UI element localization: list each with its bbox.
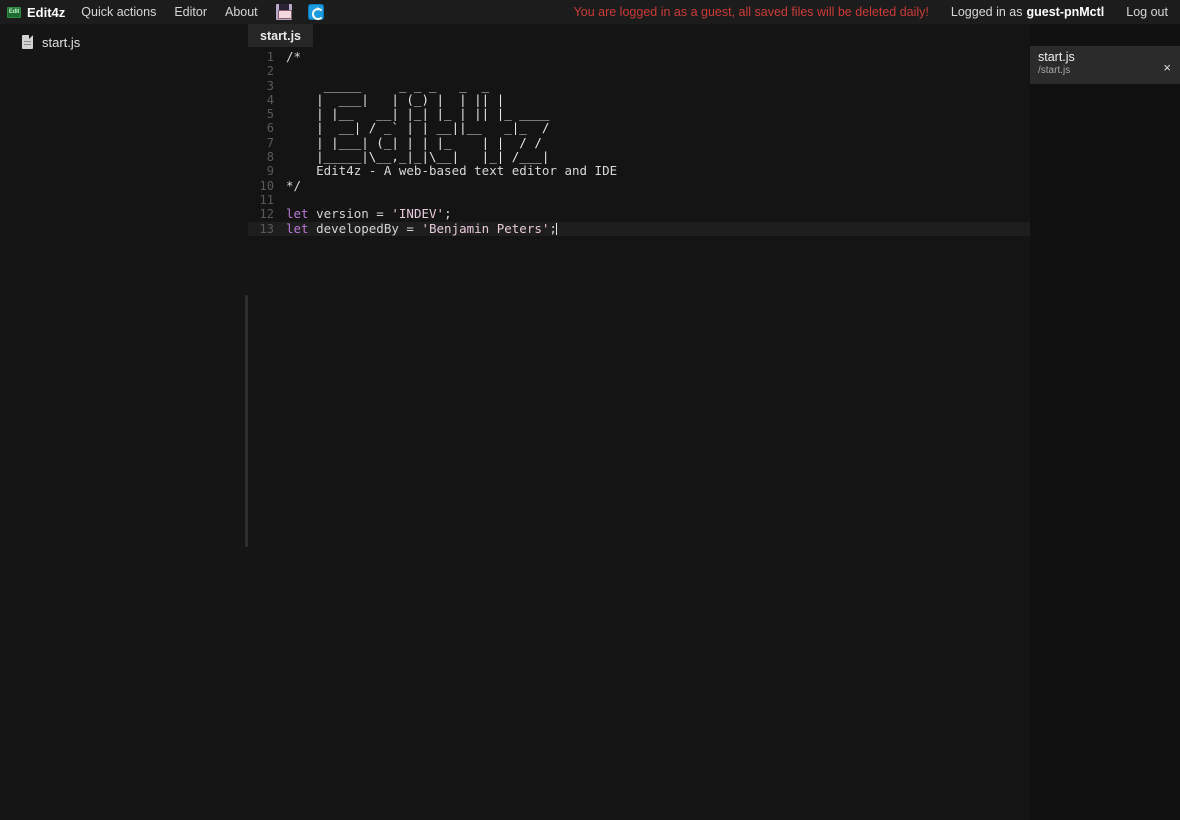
line-number: 8 xyxy=(266,150,274,165)
app-brand-name: Edit4z xyxy=(27,4,66,20)
code-token: Edit4z - A web-based text editor and IDE xyxy=(286,163,618,179)
code-line-text: |_____|\__,_|_|\__| |_| /___| xyxy=(286,149,550,165)
code-line-text: _____ _ _ _ _ _ xyxy=(286,77,490,93)
code-line-text: let version = 'INDEV'; xyxy=(286,207,452,221)
code-line-text: | __| / _` | | __||__ _|_ / xyxy=(286,121,549,135)
code-line-text: | ___| | (_) | | || | xyxy=(286,91,505,107)
line-number: 2 xyxy=(266,64,274,79)
code-line-text: | |__ __| |_| |_ | || |_ ____ xyxy=(286,107,549,121)
code-token: version = xyxy=(308,206,392,222)
code-token: let xyxy=(286,206,309,222)
refresh-icon[interactable] xyxy=(307,4,324,20)
code-token: ; xyxy=(444,206,452,222)
close-icon[interactable]: × xyxy=(1163,61,1171,74)
code-token: | ___| | (_) | | || | xyxy=(286,91,505,107)
code-token: /* xyxy=(286,49,302,64)
code-line-text: | |___| (_| | | |_ | | / / xyxy=(286,134,542,150)
logged-in-label: Logged in as xyxy=(950,5,1023,19)
notification-title: start.js xyxy=(1038,50,1075,64)
file-explorer-sidebar: start.js xyxy=(0,24,248,820)
file-icon xyxy=(22,35,33,49)
code-line-text: let developedBy = 'Benjamin Peters'; xyxy=(286,220,557,236)
code-token: 'Benjamin Peters' xyxy=(421,220,550,236)
editor-tab-start-js[interactable]: start.js xyxy=(248,24,313,47)
line-number: 7 xyxy=(266,135,274,150)
file-saved-notification: start.js /start.js × xyxy=(1030,46,1180,84)
code-token: developedBy = xyxy=(308,220,422,236)
code-token: | |___| (_| | | |_ | | / / xyxy=(286,134,542,150)
menu-item-editor[interactable]: Editor xyxy=(174,5,207,19)
line-number: 11 xyxy=(259,192,274,207)
sidebar-scrollbar[interactable] xyxy=(245,295,248,547)
top-menu-bar: Edit Edit4z Quick actions Editor About Y… xyxy=(0,0,1180,24)
code-token: | __| / _` | | __||__ _|_ / xyxy=(286,120,550,136)
code-token: 'INDEV' xyxy=(391,206,445,222)
line-number: 4 xyxy=(266,92,274,107)
code-token: */ xyxy=(286,177,302,193)
logout-button[interactable]: Log out xyxy=(1126,5,1168,19)
notification-path: /start.js xyxy=(1038,65,1071,76)
text-caret xyxy=(555,222,557,235)
code-line-text: Edit4z - A web-based text editor and IDE xyxy=(286,164,617,178)
username-label: guest-pnMctl xyxy=(1026,5,1105,19)
code-token: | |__ __| |_| |_ | || |_ ____ xyxy=(286,106,550,122)
sidebar-file-start-js[interactable]: start.js xyxy=(0,31,248,53)
menu-item-about[interactable]: About xyxy=(225,5,258,19)
line-number: 3 xyxy=(266,78,274,93)
line-number: 6 xyxy=(266,121,274,136)
line-number: 1 xyxy=(266,50,274,64)
editor-tab-label: start.js xyxy=(260,28,301,43)
sidebar-file-label: start.js xyxy=(42,34,81,50)
notification-body: start.js /start.js xyxy=(1038,50,1163,77)
line-number: 9 xyxy=(266,164,274,179)
app-logo-text: Edit xyxy=(8,9,20,15)
code-line-text: */ xyxy=(286,177,302,193)
save-icon[interactable] xyxy=(275,4,292,20)
line-number: 12 xyxy=(259,207,274,222)
code-token: let xyxy=(286,220,309,236)
line-number: 5 xyxy=(266,107,274,122)
guest-warning-text: You are logged in as a guest, all saved … xyxy=(573,5,929,19)
code-token: _____ _ _ _ _ _ xyxy=(286,77,490,93)
line-number: 13 xyxy=(259,221,274,236)
code-line[interactable]: 13 let developedBy = 'Benjamin Peters'; xyxy=(248,220,1030,236)
app-logo-icon: Edit xyxy=(7,6,21,18)
right-gutter xyxy=(1030,24,1180,820)
menu-item-quick-actions[interactable]: Quick actions xyxy=(81,5,156,19)
code-line-text: /* xyxy=(286,49,302,64)
code-token: |_____|\__,_|_|\__| |_| /___| xyxy=(286,149,550,165)
line-number: 10 xyxy=(259,178,274,193)
